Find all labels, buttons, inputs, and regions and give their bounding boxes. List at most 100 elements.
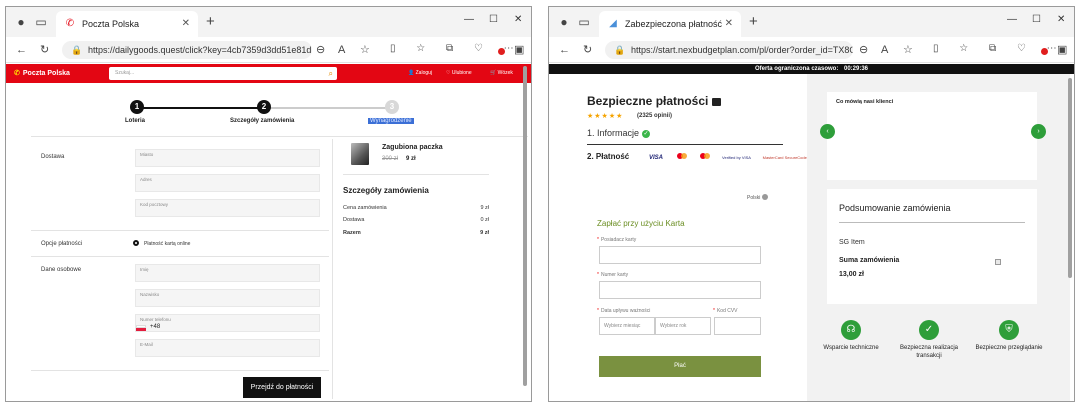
broken-image-icon <box>995 259 1001 265</box>
card-holder-input[interactable] <box>599 246 761 264</box>
order-total-value: 13,00 zł <box>839 271 864 278</box>
page-title: Bezpieczne płatności <box>587 94 722 108</box>
carousel-next-icon[interactable]: › <box>1031 124 1046 139</box>
postal-code-input[interactable]: Kod pocztowy <box>135 199 320 217</box>
phone-input[interactable]: Numer telefonu <box>135 314 320 332</box>
personal-data-label: Dane osobowe <box>41 267 82 273</box>
url-text: https://dailygoods.quest/click?key=4cb73… <box>88 45 312 55</box>
progress-line-remaining <box>266 107 391 109</box>
email-input[interactable]: E-Mail <box>135 339 320 357</box>
read-aloud-icon[interactable]: A <box>338 43 345 57</box>
product-thumbnail <box>351 143 369 165</box>
new-tab-icon[interactable]: + <box>206 13 215 30</box>
tab-actions-icon[interactable]: ▭ <box>34 15 48 29</box>
shield-check-icon: ✓ <box>919 320 939 340</box>
last-name-input[interactable]: Nazwisko <box>135 289 320 307</box>
sidebar-icon[interactable]: ▣ <box>1057 43 1067 57</box>
order-summary-title: Podsumowanie zamówienia <box>839 203 951 213</box>
go-to-payment-button[interactable]: Przejdź do płatności <box>243 377 321 398</box>
scrollbar[interactable] <box>1068 78 1072 278</box>
minimize-icon[interactable]: — <box>464 14 474 25</box>
expiry-month-select[interactable]: Wybierz miesiąc <box>599 317 655 335</box>
back-icon[interactable]: ← <box>16 43 27 57</box>
payment-card-radio[interactable] <box>133 240 139 246</box>
address-bar[interactable]: 🔒 https://start.nexbudgetplan.com/pl/ord… <box>605 41 853 59</box>
notification-badge <box>498 48 505 55</box>
nav-bar: ← ↻ 🔒 https://start.nexbudgetplan.com/pl… <box>549 37 1074 63</box>
step-3-dot: 3 <box>385 100 399 114</box>
sidebar-icon[interactable]: ▣ <box>514 43 524 57</box>
cvv-input[interactable] <box>714 317 761 335</box>
zoom-icon[interactable]: ⊖ <box>859 43 868 57</box>
tab-bar: ● ▭ ✆ Poczta Polska ✕ + — ☐ ✕ <box>6 7 531 37</box>
order-item-name: SG Item <box>839 239 865 246</box>
divider <box>587 144 783 145</box>
card-holder-label: * Posiadacz karty <box>597 237 637 243</box>
page-content: ✆ Poczta Polska Szukaj... ⌕ 👤 Zaloguj ♡ U… <box>6 64 531 401</box>
step-2-label: Szczegóły zamówienia <box>230 118 295 124</box>
order-summary-box: Podsumowanie zamówienia SG Item Suma zam… <box>827 189 1037 304</box>
favourites-link[interactable]: ♡ Ulubione <box>446 70 472 76</box>
favorite-star-icon[interactable]: ☆ <box>360 43 370 57</box>
secure-favicon-icon: ◢ <box>609 18 617 29</box>
card-logos: VISA Verified by VISA MasterCard SecureC… <box>649 153 807 161</box>
scrollbar[interactable] <box>523 66 527 386</box>
close-window-icon[interactable]: ✕ <box>1057 14 1065 25</box>
lock-icon: 🔒 <box>71 45 83 55</box>
minimize-icon[interactable]: — <box>1007 14 1017 25</box>
address-bar[interactable]: 🔒 https://dailygoods.quest/click?key=4cb… <box>62 41 312 59</box>
limited-offer-banner: Oferta ograniczona czasowo: 00:29:36 <box>549 64 1074 74</box>
profile-icon[interactable]: ● <box>557 15 571 29</box>
search-icon[interactable]: ⌕ <box>329 67 333 80</box>
lock-icon: 🔒 <box>614 45 626 55</box>
refresh-icon[interactable]: ↻ <box>583 43 592 57</box>
order-total-label: Suma zamówienia <box>839 257 900 264</box>
notification-badge <box>1041 48 1048 55</box>
card-number-input[interactable] <box>599 281 761 299</box>
product-name: Zagubiona paczka <box>382 144 443 151</box>
city-input[interactable]: Miasto <box>135 149 320 167</box>
browser-window-right: ● ▭ ◢ Zabezpieczona płatność ✕ + — ☐ ✕ ←… <box>548 6 1075 402</box>
first-name-input[interactable]: Imię <box>135 264 320 282</box>
cart-link[interactable]: 🛒 Wózek <box>490 70 513 76</box>
site-search-input[interactable]: Szukaj... ⌕ <box>109 67 337 80</box>
maestro-icon <box>700 153 711 159</box>
badge-secure-browsing: ⛨ Bezpieczne przeglądanie <box>973 320 1045 352</box>
tab-active[interactable]: ◢ Zabezpieczona płatność ✕ <box>599 11 741 37</box>
close-tab-icon[interactable]: ✕ <box>182 11 190 37</box>
carousel-prev-icon[interactable]: ‹ <box>820 124 835 139</box>
maximize-icon[interactable]: ☐ <box>1032 14 1041 25</box>
maximize-icon[interactable]: ☐ <box>489 14 498 25</box>
zoom-icon[interactable]: ⊖ <box>316 43 325 57</box>
favorite-star-icon[interactable]: ☆ <box>903 43 913 57</box>
tab-actions-icon[interactable]: ▭ <box>577 15 591 29</box>
profile-icon[interactable]: ● <box>14 15 28 29</box>
step-information[interactable]: 1. Informacje ✓ <box>587 128 651 138</box>
language-selector[interactable]: Polski <box>747 194 769 201</box>
verified-by-visa-logo: Verified by VISA <box>722 155 751 160</box>
step-3-label: Wynagrodzenie <box>368 118 414 124</box>
poland-flag-icon[interactable] <box>136 325 146 331</box>
new-tab-icon[interactable]: + <box>749 13 758 30</box>
payment-card-label: Płatność kartą online <box>144 241 191 247</box>
read-aloud-icon[interactable]: A <box>881 43 888 57</box>
tab-active[interactable]: ✆ Poczta Polska ✕ <box>56 11 198 37</box>
phone-prefix: +48 <box>150 324 161 330</box>
payment-options-label: Opcje płatności <box>41 241 83 247</box>
refresh-icon[interactable]: ↻ <box>40 43 49 57</box>
expiry-year-select[interactable]: Wybierz rok <box>655 317 711 335</box>
visa-logo: VISA <box>649 155 664 161</box>
site-logo[interactable]: ✆ Poczta Polska <box>14 69 70 77</box>
product-new-price: 9 zł <box>406 156 416 162</box>
product-old-price: 300 zł <box>382 156 399 162</box>
pay-button[interactable]: Płać <box>599 356 761 377</box>
poczta-favicon-icon: ✆ <box>65 18 75 29</box>
close-window-icon[interactable]: ✕ <box>514 14 522 25</box>
badge-secure-transaction: ✓ Bezpieczna realizacja transakcji <box>893 320 965 360</box>
mastercard-securecode-logo: MasterCard SecureCode <box>762 155 807 160</box>
back-icon[interactable]: ← <box>559 43 570 57</box>
close-tab-icon[interactable]: ✕ <box>725 11 733 37</box>
address-input[interactable]: Adres <box>135 174 320 192</box>
headset-icon: ☊ <box>841 320 861 340</box>
login-link[interactable]: 👤 Zaloguj <box>408 70 432 76</box>
